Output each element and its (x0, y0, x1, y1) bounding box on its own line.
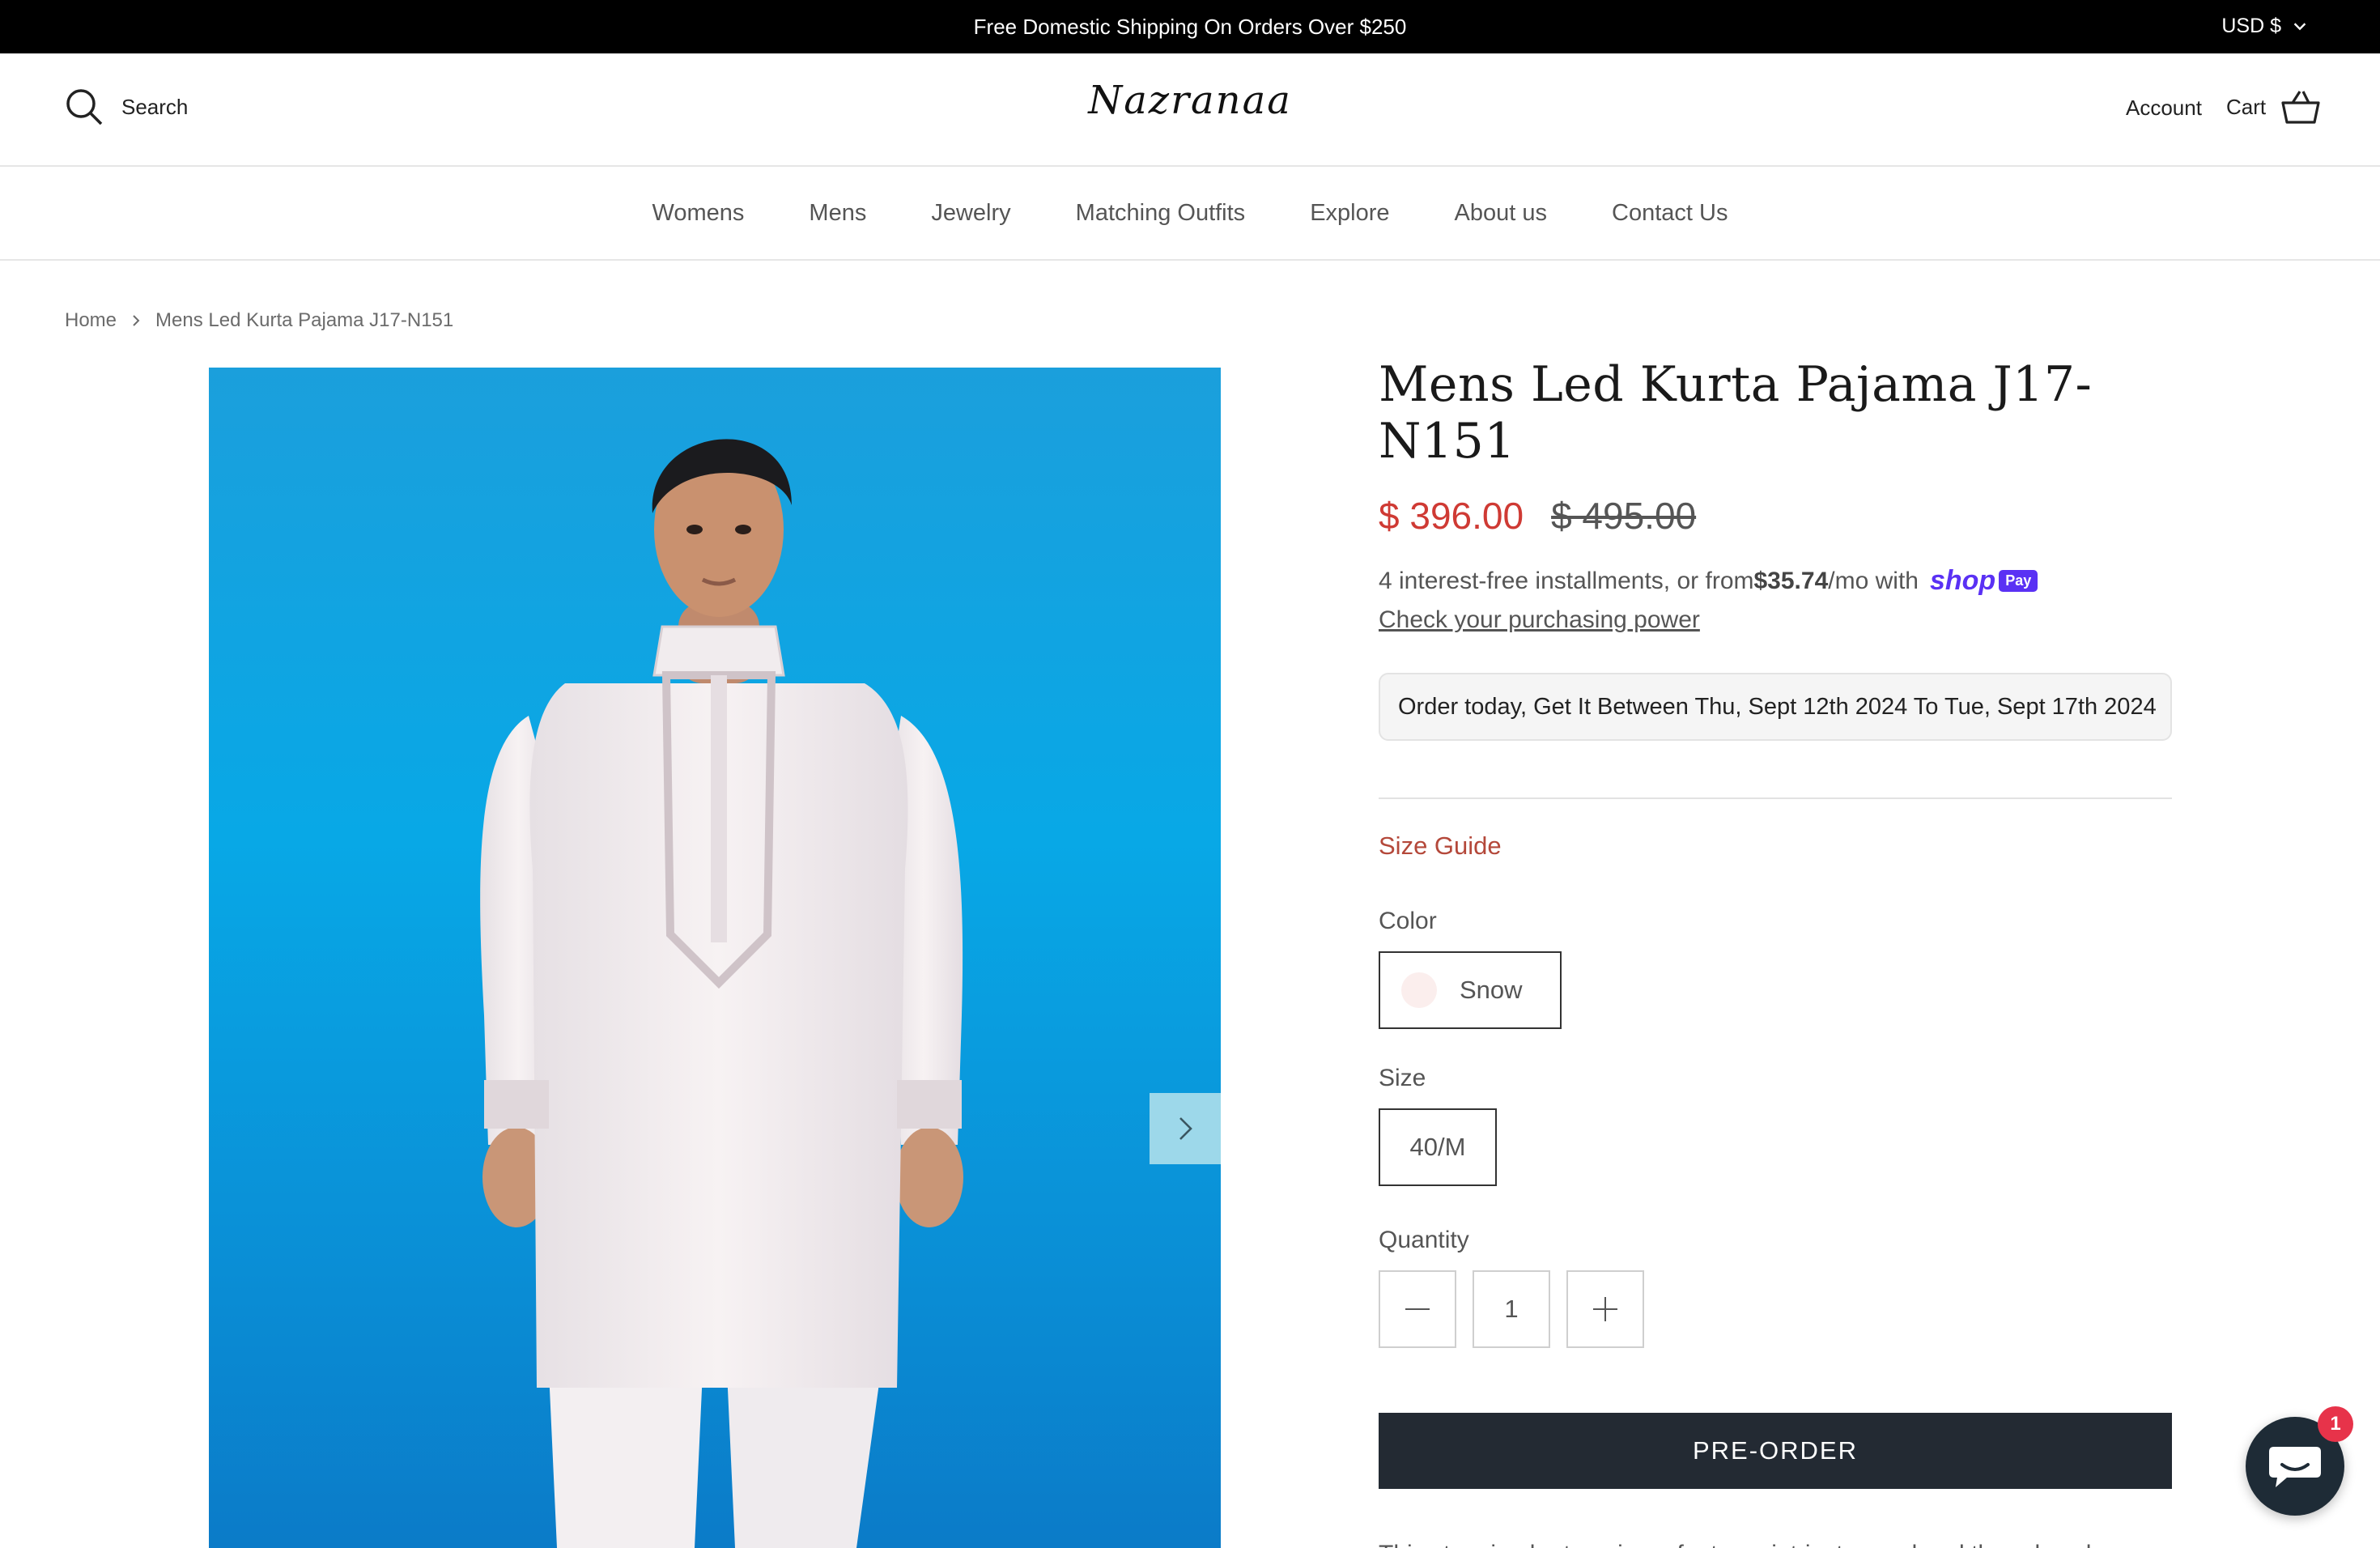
nav-item-explore[interactable]: Explore (1310, 200, 1389, 227)
cart-button[interactable]: Cart (2226, 89, 2321, 125)
announcement-text: Free Domestic Shipping On Orders Over $2… (973, 15, 1407, 39)
installments-suffix: /mo with (1828, 567, 1919, 594)
chat-bubble-icon (2269, 1447, 2321, 1487)
main-nav: Womens Mens Jewelry Matching Outfits Exp… (0, 167, 2380, 261)
site-header: Search Nazranaa Account Cart (0, 53, 2380, 167)
quantity-label: Quantity (1379, 1227, 1469, 1253)
nav-item-mens[interactable]: Mens (809, 200, 866, 227)
currency-label: USD $ (2221, 15, 2281, 37)
product-info: Mens Led Kurta Pajama J17-N151 $ 396.00 … (1379, 356, 2172, 1548)
chat-notification-badge: 1 (2318, 1406, 2353, 1442)
announcement-bar: Free Domestic Shipping On Orders Over $2… (0, 0, 2380, 53)
sale-price: $ 396.00 (1379, 495, 1524, 537)
account-link[interactable]: Account (2126, 96, 2202, 121)
color-swatch (1401, 972, 1437, 1008)
search-icon (66, 89, 103, 125)
installments-amount: $35.74 (1753, 567, 1829, 594)
chevron-down-icon (2293, 23, 2306, 31)
breadcrumb-home[interactable]: Home (65, 309, 117, 332)
nav-item-womens[interactable]: Womens (652, 200, 745, 227)
chevron-right-icon (1179, 1117, 1192, 1140)
plus-icon (1593, 1297, 1617, 1321)
nav-item-about-us[interactable]: About us (1455, 200, 1547, 227)
product-description: This stunning kurta pajama features intr… (1379, 1534, 2172, 1548)
next-image-button[interactable] (1150, 1093, 1221, 1164)
quantity-stepper: 1 (1379, 1270, 2172, 1348)
search-label: Search (121, 94, 189, 119)
shop-pay-badge: Pay (1999, 570, 2038, 592)
basket-icon (2281, 91, 2320, 124)
color-label: Color (1379, 908, 1437, 934)
nav-item-jewelry[interactable]: Jewelry (931, 200, 1010, 227)
quantity-input[interactable]: 1 (1473, 1270, 1550, 1348)
installments-prefix: 4 interest-free installments, or from (1379, 567, 1754, 594)
delivery-estimate: Order today, Get It Between Thu, Sept 12… (1379, 673, 2172, 741)
original-price: $ 495.00 (1551, 495, 1697, 537)
breadcrumb-current: Mens Led Kurta Pajama J17-N151 (155, 309, 454, 331)
currency-selector[interactable]: USD $ (2221, 0, 2309, 52)
chevron-right-icon (133, 315, 140, 326)
quantity-increase-button[interactable] (1566, 1270, 1644, 1348)
search-button[interactable]: Search (65, 87, 188, 126)
check-purchasing-power-link[interactable]: Check your purchasing power (1379, 606, 1700, 634)
nav-item-contact-us[interactable]: Contact Us (1612, 200, 1728, 227)
size-option-40m[interactable]: 40/M (1379, 1108, 1497, 1186)
color-option-label: Snow (1460, 976, 1523, 1004)
divider (1379, 797, 2172, 799)
product-image[interactable] (209, 368, 1221, 1548)
size-label: Size (1379, 1065, 1426, 1091)
quantity-decrease-button[interactable] (1379, 1270, 1456, 1348)
cart-label: Cart (2226, 94, 2267, 119)
site-logo[interactable]: Nazranaa (1069, 78, 1311, 123)
minus-icon (1405, 1308, 1430, 1310)
model-figure (480, 439, 963, 1548)
color-option-snow[interactable]: Snow (1379, 951, 1562, 1029)
shop-pay-logo: shop (1929, 565, 1996, 596)
price-row: $ 396.00 $ 495.00 (1379, 494, 2172, 538)
size-guide-link[interactable]: Size Guide (1379, 831, 1502, 861)
pre-order-button[interactable]: PRE-ORDER (1379, 1413, 2172, 1489)
nav-item-matching-outfits[interactable]: Matching Outfits (1076, 200, 1246, 227)
installments-text: 4 interest-free installments, or from $3… (1379, 565, 2172, 597)
product-title: Mens Led Kurta Pajama J17-N151 (1379, 356, 2093, 470)
breadcrumb: Home Mens Led Kurta Pajama J17-N151 (65, 309, 453, 332)
